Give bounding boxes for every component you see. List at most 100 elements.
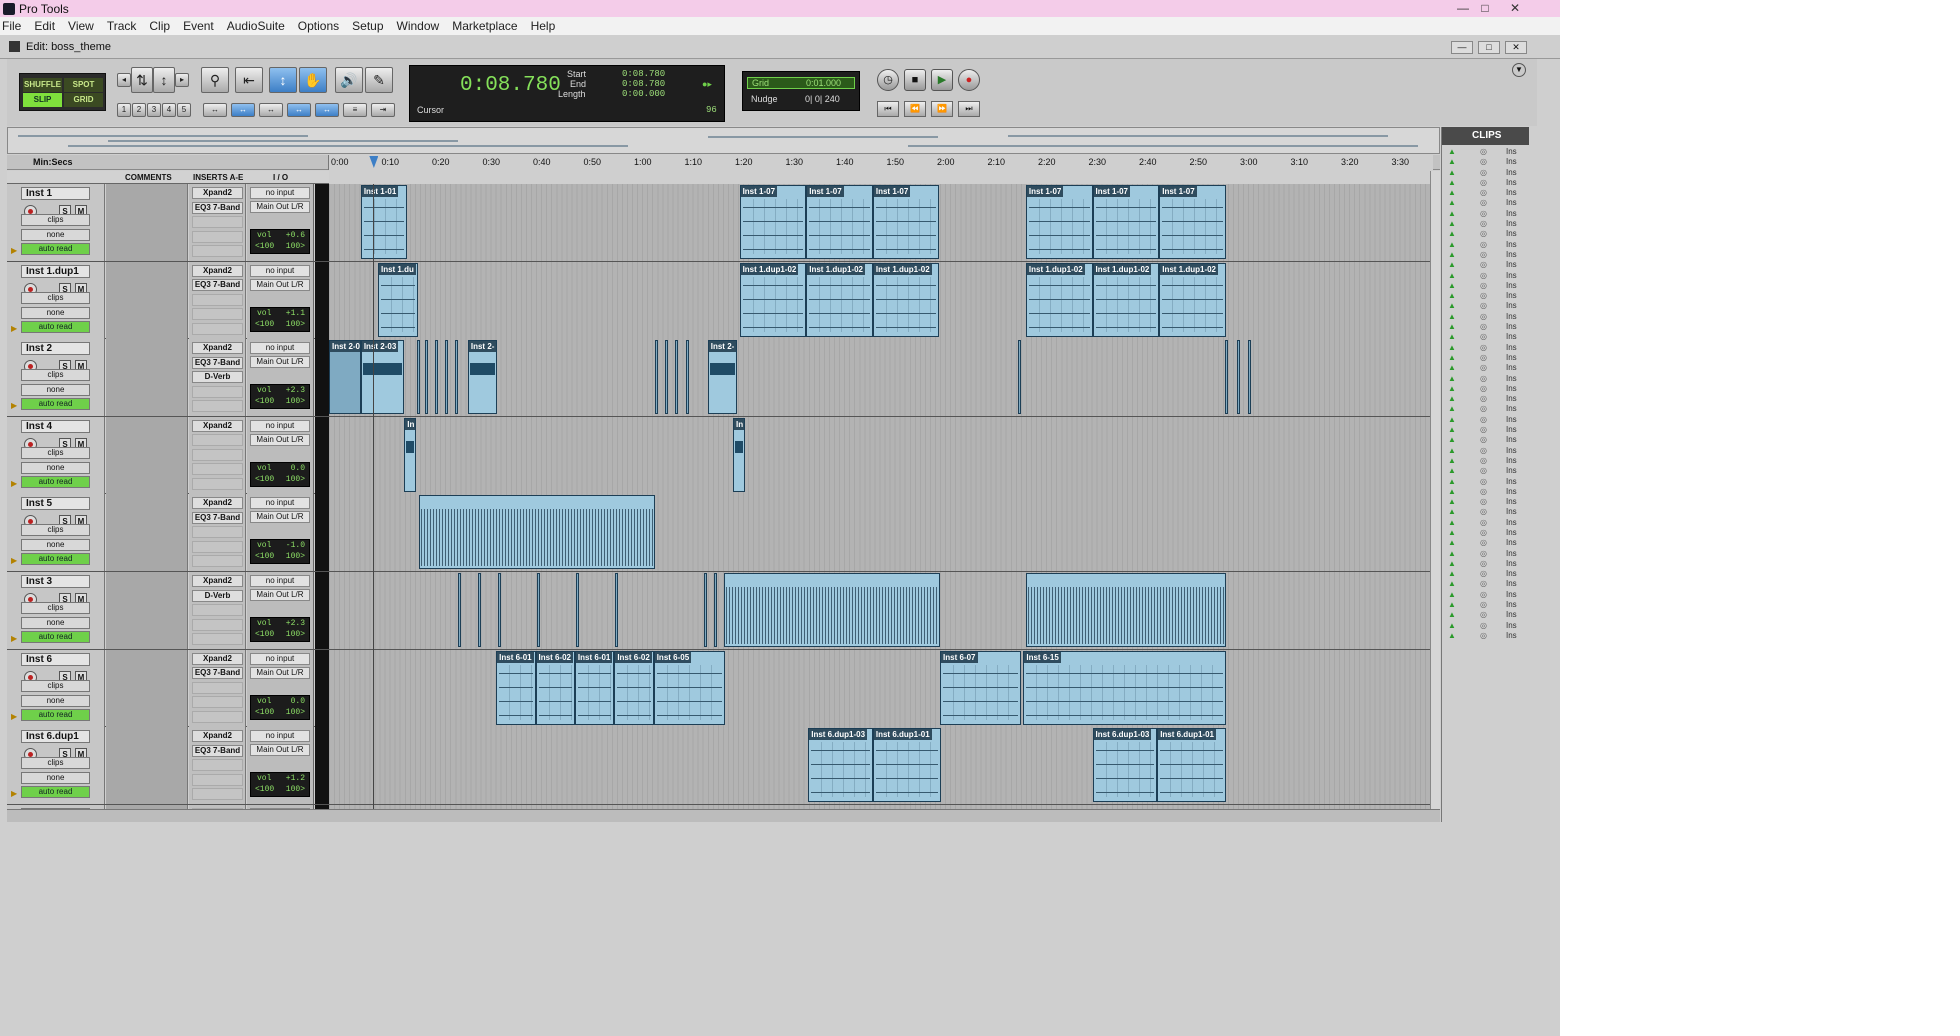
track-expand-icon[interactable]: ▶: [11, 556, 17, 565]
clip-list-item[interactable]: ▲ ◎ Ins: [1446, 559, 1530, 569]
input-selector[interactable]: no input: [250, 652, 310, 665]
track-name[interactable]: Inst 5: [21, 497, 90, 511]
clip-list-item[interactable]: ▲ ◎ Ins: [1446, 518, 1530, 528]
go-to-end-button[interactable]: ⏭: [958, 101, 980, 117]
automation-mode[interactable]: auto read: [21, 786, 90, 799]
view-selector[interactable]: clips: [21, 291, 90, 304]
input-selector[interactable]: no input: [250, 730, 310, 743]
track-expand-icon[interactable]: ▶: [11, 634, 17, 643]
fast-forward-button[interactable]: ⏩: [931, 101, 953, 117]
automation-mode[interactable]: auto read: [21, 243, 90, 255]
insert-slot-empty[interactable]: [192, 385, 243, 398]
tab-to-transient-icon[interactable]: ↔: [203, 103, 227, 117]
volume-value[interactable]: 0.0: [291, 697, 305, 706]
automation-mode[interactable]: auto read: [21, 475, 90, 488]
clip-list-item[interactable]: ▲ ◎ Ins: [1446, 178, 1530, 188]
insert-slot-empty[interactable]: [192, 400, 243, 413]
clip-list-item[interactable]: ▲ ◎ Ins: [1446, 343, 1530, 353]
midi-clip[interactable]: Inst 1-07: [1092, 185, 1160, 259]
menu-track[interactable]: Track: [107, 19, 137, 33]
menu-options[interactable]: Options: [298, 19, 339, 33]
insert-slot[interactable]: Xpand2: [192, 730, 243, 743]
spot-mode-button[interactable]: SPOT: [64, 78, 103, 92]
ruler-label[interactable]: Min:Secs: [33, 157, 73, 167]
insert-slot-empty[interactable]: [192, 448, 243, 461]
link-track-icon[interactable]: ↔: [259, 103, 283, 117]
zoom-preset-2[interactable]: 2: [132, 103, 146, 117]
track-playlist-lane[interactable]: Inst 1.du Inst 1.dup1-02 Inst 1.dup1-02 Ins…: [329, 261, 1440, 339]
grid-mode-button[interactable]: GRID: [64, 93, 103, 107]
audio-clip[interactable]: [419, 495, 655, 570]
horizontal-scrollbar[interactable]: [7, 809, 1440, 822]
clip-list-item[interactable]: ▲ ◎ Ins: [1446, 538, 1530, 548]
view-selector[interactable]: clips: [21, 369, 90, 382]
view-selector[interactable]: clips: [21, 446, 90, 459]
track-expand-icon[interactable]: ▶: [11, 712, 17, 721]
audio-clip[interactable]: In: [733, 417, 745, 492]
clip-list-item[interactable]: ▲ ◎ Ins: [1446, 374, 1530, 384]
clip-list-item[interactable]: ▲ ◎ Ins: [1446, 435, 1530, 445]
midi-clip[interactable]: Inst 1.dup1-02: [739, 262, 807, 337]
menu-setup[interactable]: Setup: [352, 19, 383, 33]
comments-field[interactable]: [106, 727, 188, 805]
input-selector[interactable]: no input: [250, 264, 310, 277]
audio-clip[interactable]: [703, 573, 707, 647]
output-selector[interactable]: Main Out L/R: [250, 278, 310, 291]
midi-clip[interactable]: Inst 6.dup1-01: [872, 728, 942, 803]
zoom-out-horizontal-icon[interactable]: ◂: [117, 73, 131, 87]
menu-clip[interactable]: Clip: [149, 19, 170, 33]
track-playlist-lane[interactable]: In In: [329, 416, 1440, 494]
insert-slot[interactable]: EQ3 7-Band: [192, 279, 243, 292]
track-expand-icon[interactable]: ▶: [11, 479, 17, 488]
volume-value[interactable]: +1.2: [286, 774, 305, 783]
audio-clip[interactable]: In: [404, 417, 417, 492]
output-selector[interactable]: Main Out L/R: [250, 744, 310, 757]
link-timeline-icon[interactable]: ↔: [231, 103, 255, 117]
midi-clip[interactable]: Inst 6-02: [535, 650, 575, 725]
insert-slot-empty[interactable]: [192, 555, 243, 568]
menu-audiosuite[interactable]: AudioSuite: [227, 19, 285, 33]
playlist-selector[interactable]: none: [21, 461, 90, 474]
insertion-follows-icon[interactable]: ↔: [287, 103, 311, 117]
midi-clip[interactable]: Inst 6-01: [574, 650, 615, 725]
trim-tool-icon[interactable]: ⇤: [235, 67, 263, 93]
insert-slot[interactable]: EQ3 7-Band: [192, 201, 243, 214]
zoomer-tool-icon[interactable]: ⚲: [201, 67, 229, 93]
insert-slot-empty[interactable]: [192, 540, 243, 553]
midi-clip[interactable]: Inst 6-02: [614, 650, 654, 725]
menu-window[interactable]: Window: [397, 19, 440, 33]
grid-value[interactable]: 0:01.000: [806, 78, 841, 88]
track-name[interactable]: Inst 6.dup1: [21, 730, 90, 744]
insert-slot[interactable]: Xpand2: [192, 652, 243, 665]
midi-clip[interactable]: Inst 1.dup1-02: [1159, 262, 1226, 337]
stop-button[interactable]: ■: [904, 69, 926, 91]
zoom-wave-icon[interactable]: ⇅: [131, 67, 153, 93]
nudge-value[interactable]: 0| 0| 240: [805, 94, 840, 104]
midi-clip[interactable]: Inst 6-05: [653, 650, 725, 725]
audio-clip[interactable]: [664, 340, 668, 415]
audio-clip[interactable]: [1225, 340, 1229, 415]
output-selector[interactable]: Main Out L/R: [250, 201, 310, 213]
playlist-selector[interactable]: none: [21, 617, 90, 629]
midi-clip[interactable]: Inst 1.dup1-02: [1025, 262, 1093, 337]
track-name[interactable]: Inst 3: [21, 575, 90, 588]
midi-clip[interactable]: Inst 1-07: [1025, 185, 1093, 259]
midi-clip[interactable]: Inst 1.dup1-02: [806, 262, 873, 337]
audio-clip[interactable]: [417, 340, 421, 415]
universe-overview[interactable]: [7, 127, 1440, 154]
mirror-midi-icon[interactable]: ↔: [315, 103, 339, 117]
audio-clip[interactable]: [1018, 340, 1022, 415]
clip-list-item[interactable]: ▲ ◎ Ins: [1446, 271, 1530, 281]
clip-list-item[interactable]: ▲ ◎ Ins: [1446, 322, 1530, 332]
input-selector[interactable]: no input: [250, 575, 310, 587]
pan-left-value[interactable]: <100: [255, 242, 274, 251]
midi-clip[interactable]: Inst 1.dup1-02: [872, 262, 940, 337]
automation-mode[interactable]: auto read: [21, 398, 90, 411]
insert-slot[interactable]: Xpand2: [192, 264, 243, 277]
insert-slot-empty[interactable]: [192, 696, 243, 709]
automation-mode[interactable]: auto read: [21, 631, 90, 643]
input-selector[interactable]: no input: [250, 497, 310, 510]
insert-slot[interactable]: EQ3 7-Band: [192, 744, 243, 757]
pan-right-value[interactable]: 100>: [286, 475, 305, 484]
menu-event[interactable]: Event: [183, 19, 214, 33]
